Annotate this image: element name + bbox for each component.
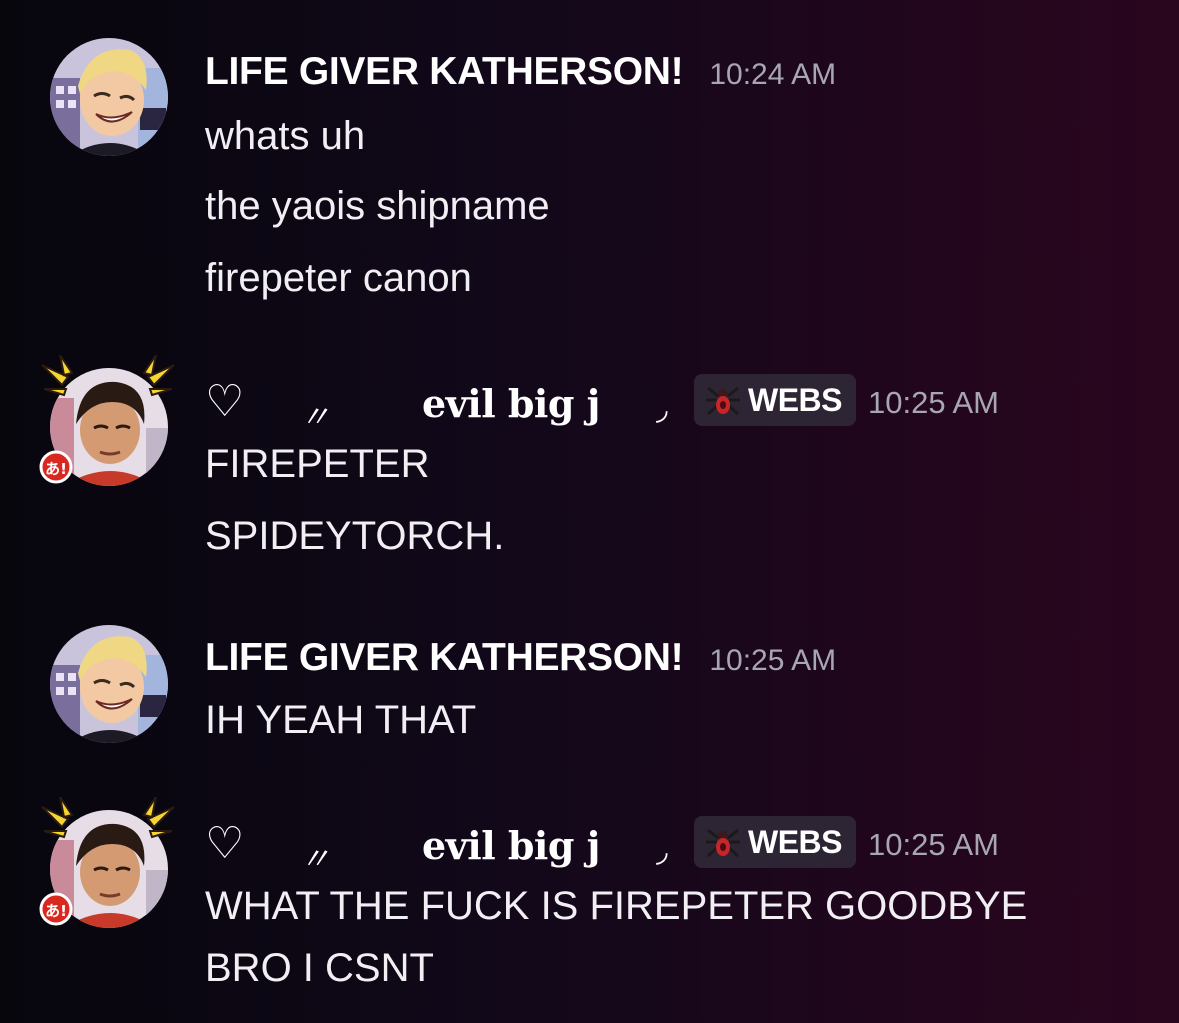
timestamp: 10:25 AM xyxy=(709,644,837,677)
badge-label: WEBS xyxy=(748,823,843,860)
message-text: whats uh xyxy=(205,114,366,158)
avatar-katherson[interactable] xyxy=(50,625,168,743)
message-header: LIFE GIVER KATHERSON! 10:25 AM xyxy=(205,636,836,680)
username[interactable]: LIFE GIVER KATHERSON! xyxy=(205,50,684,94)
message-text: BRO I CSNT xyxy=(205,946,434,990)
message-text: WHAT THE FUCK IS FIREPETER GOODBYE xyxy=(205,884,1028,928)
avatar-evil-big-j[interactable] xyxy=(50,368,168,486)
timestamp: 10:25 AM xyxy=(868,385,999,420)
timestamp: 10:24 AM xyxy=(709,58,837,91)
username[interactable]: evil big j xyxy=(422,823,600,868)
avatar-evil-big-j[interactable] xyxy=(50,810,168,928)
quote-close-icon: ◞ xyxy=(656,393,668,426)
message-text: SPIDEYTORCH. xyxy=(205,514,505,558)
spider-icon xyxy=(706,828,740,858)
message-text: the yaois shipname xyxy=(205,184,550,228)
message-text: IH YEAH THAT xyxy=(205,698,477,742)
role-badge[interactable]: WEBS xyxy=(694,816,856,868)
avatar-katherson[interactable] xyxy=(50,38,168,156)
quote-open-icon: 〃 xyxy=(300,843,330,876)
username[interactable]: evil big j xyxy=(422,381,600,426)
username[interactable]: LIFE GIVER KATHERSON! xyxy=(205,636,684,680)
quote-close-icon: ◞ xyxy=(656,835,668,868)
heart-icon: ♡ xyxy=(205,819,245,868)
role-badge[interactable]: WEBS xyxy=(694,374,856,426)
heart-icon: ♡ xyxy=(205,377,245,426)
timestamp: 10:25 AM xyxy=(868,827,999,862)
message-text: firepeter canon xyxy=(205,256,472,300)
quote-open-icon: 〃 xyxy=(300,401,330,434)
spider-icon xyxy=(706,386,740,416)
badge-label: WEBS xyxy=(748,381,843,418)
message-header: LIFE GIVER KATHERSON! 10:24 AM xyxy=(205,50,836,94)
message-text: FIREPETER xyxy=(205,442,430,486)
